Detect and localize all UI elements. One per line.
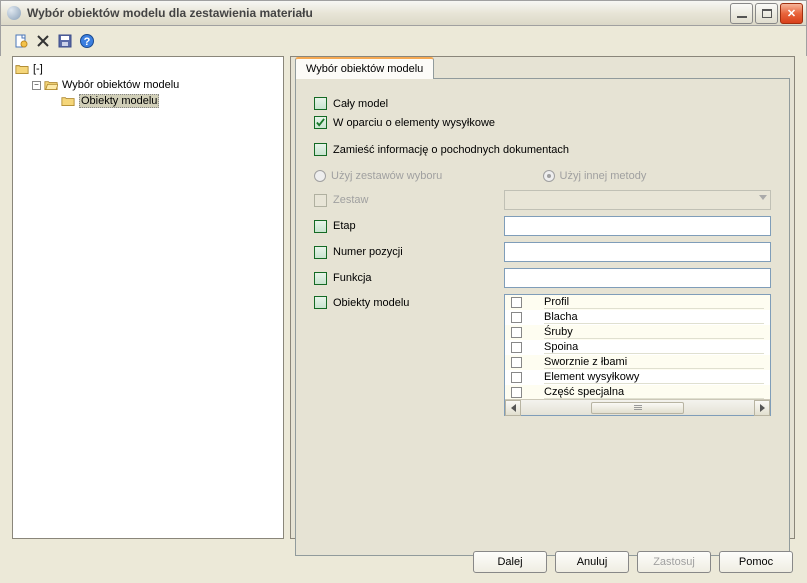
label-include-info: Zamieść informację o pochodnych dokument… [333, 144, 569, 156]
folder-icon [61, 95, 75, 107]
title-bar: Wybór obiektów modelu dla zestawienia ma… [0, 0, 807, 26]
list-item[interactable]: Spoina [505, 340, 770, 355]
maximize-button[interactable] [755, 3, 778, 24]
collapse-icon[interactable]: − [32, 81, 41, 90]
scroll-right-button[interactable] [754, 400, 770, 416]
label-shipping-elements: W oparciu o elementy wysyłkowe [333, 117, 495, 129]
checkbox-shipping-elements[interactable] [314, 116, 327, 129]
tab-strip: Wybór obiektów modelu [295, 57, 790, 79]
window-title: Wybór obiektów modelu dla zestawienia ma… [27, 6, 728, 20]
main-area: [-] − Wybór obiektów modelu O [12, 56, 795, 539]
label-position-no: Numer pozycji [333, 246, 403, 258]
apply-button: Zastosuj [637, 551, 711, 573]
list-item[interactable]: Element wysyłkowy [505, 370, 770, 385]
next-button[interactable]: Dalej [473, 551, 547, 573]
arrow-right-icon [760, 404, 765, 412]
label-use-selection-sets: Użyj zestawów wyboru [331, 170, 442, 182]
checkbox-stage[interactable] [314, 220, 327, 233]
radio-use-other-method [543, 170, 555, 182]
label-function: Funkcja [333, 272, 372, 284]
checkbox-model-objects[interactable] [314, 296, 327, 309]
list-item[interactable]: Śruby [505, 325, 770, 340]
checkbox-item[interactable] [511, 297, 522, 308]
cancel-button[interactable]: Anuluj [555, 551, 629, 573]
horizontal-scrollbar[interactable] [505, 399, 770, 415]
checkbox-item[interactable] [511, 327, 522, 338]
input-stage[interactable] [504, 216, 771, 236]
label-stage: Etap [333, 220, 356, 232]
scroll-left-button[interactable] [505, 400, 521, 416]
list-item[interactable]: Blacha [505, 310, 770, 325]
save-icon[interactable] [57, 33, 73, 49]
list-item-label: Element wysyłkowy [544, 371, 764, 384]
input-function[interactable] [504, 268, 771, 288]
minimize-button[interactable] [730, 3, 753, 24]
checkbox-item[interactable] [511, 372, 522, 383]
list-item[interactable]: Profil [505, 295, 770, 310]
tree-root-label[interactable]: [-] [33, 63, 43, 75]
close-button[interactable]: ✕ [780, 3, 803, 24]
list-item-label: Część specjalna [544, 386, 764, 399]
label-set: Zestaw [333, 194, 368, 206]
folder-open-icon [44, 79, 58, 91]
checkbox-set [314, 194, 327, 207]
scroll-track[interactable] [521, 400, 754, 416]
new-icon[interactable] [13, 33, 29, 49]
dropdown-set [504, 190, 771, 210]
label-use-other-method: Użyj innej metody [560, 170, 647, 182]
checkbox-item[interactable] [511, 387, 522, 398]
toolbar: ? [0, 26, 807, 56]
list-item-label: Blacha [544, 311, 764, 324]
content-panel: Wybór obiektów modelu Cały model W oparc… [290, 56, 795, 539]
app-icon [7, 6, 21, 20]
tree-root[interactable]: [-] − Wybór obiektów modelu O [15, 61, 281, 109]
button-bar: Dalej Anuluj Zastosuj Pomoc [14, 551, 793, 573]
tab-label: Wybór obiektów modelu [306, 63, 423, 75]
list-item-label: Śruby [544, 326, 764, 339]
help-button-label: Pomoc [739, 556, 773, 568]
list-item[interactable]: Część specjalna [505, 385, 770, 399]
list-item-label: Spoina [544, 341, 764, 354]
checkbox-whole-model[interactable] [314, 97, 327, 110]
input-position-no[interactable] [504, 242, 771, 262]
chevron-down-icon [759, 195, 767, 200]
folder-icon [15, 63, 29, 75]
delete-icon[interactable] [35, 33, 51, 49]
apply-button-label: Zastosuj [653, 556, 695, 568]
scroll-thumb[interactable] [591, 402, 684, 414]
checkbox-include-info[interactable] [314, 143, 327, 156]
tree-grandchild[interactable]: Obiekty modelu [49, 93, 281, 109]
label-model-objects: Obiekty modelu [333, 297, 409, 309]
checkbox-item[interactable] [511, 342, 522, 353]
next-button-label: Dalej [497, 556, 522, 568]
tab-body: Cały model W oparciu o elementy wysyłkow… [295, 78, 790, 556]
list-item[interactable]: Sworznie z łbami [505, 355, 770, 370]
tree-child-label[interactable]: Wybór obiektów modelu [62, 79, 179, 91]
checkbox-item[interactable] [511, 357, 522, 368]
help-icon[interactable]: ? [79, 33, 95, 49]
tree-child[interactable]: − Wybór obiektów modelu Obiekty modelu [32, 77, 281, 109]
list-item-label: Sworznie z łbami [544, 356, 764, 369]
help-button[interactable]: Pomoc [719, 551, 793, 573]
tree-panel[interactable]: [-] − Wybór obiektów modelu O [12, 56, 284, 539]
model-objects-list[interactable]: Profil Blacha Śruby Spoina Sworznie z łb… [504, 294, 771, 416]
cancel-button-label: Anuluj [577, 556, 608, 568]
label-whole-model: Cały model [333, 98, 388, 110]
arrow-left-icon [511, 404, 516, 412]
checkbox-position-no[interactable] [314, 246, 327, 259]
tree-grandchild-label[interactable]: Obiekty modelu [79, 94, 159, 108]
checkbox-item[interactable] [511, 312, 522, 323]
list-item-label: Profil [544, 296, 764, 309]
checkbox-function[interactable] [314, 272, 327, 285]
tab-model-objects[interactable]: Wybór obiektów modelu [295, 57, 434, 79]
radio-use-selection-sets [314, 170, 326, 182]
svg-text:?: ? [84, 36, 91, 48]
